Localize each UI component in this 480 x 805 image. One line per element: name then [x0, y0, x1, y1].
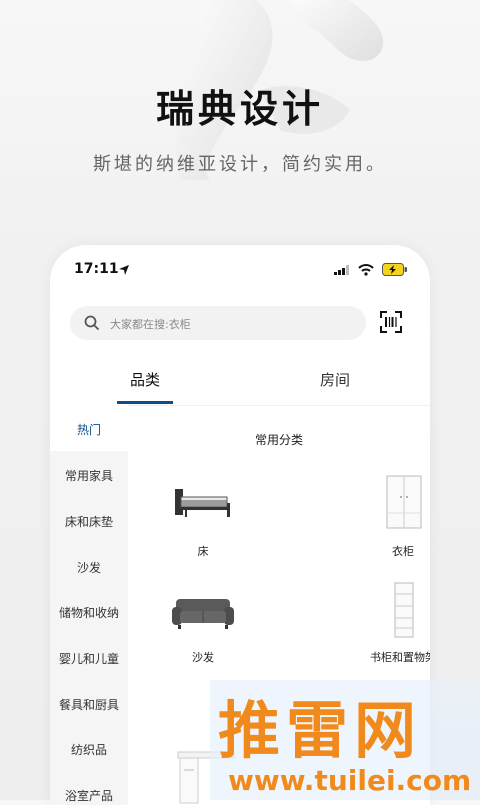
tab-bar: 品类 房间: [50, 365, 430, 406]
sidebar-item-sofa[interactable]: 沙发: [50, 559, 128, 576]
sidebar-item-textiles[interactable]: 纺织品: [50, 741, 128, 758]
tab-rooms[interactable]: 房间: [275, 365, 395, 395]
hero-title: 瑞典设计: [155, 87, 324, 131]
battery-charging-icon: [382, 263, 407, 276]
active-tab-indicator: [117, 401, 173, 404]
bed-image[interactable]: [173, 485, 233, 521]
status-bar: 17:11: [50, 259, 430, 281]
product-label-sofa[interactable]: 沙发: [128, 649, 278, 665]
sidebar-item-beds-mattresses[interactable]: 床和床垫: [50, 513, 128, 530]
search-icon: [84, 315, 100, 331]
product-label-wardrobe[interactable]: 衣柜: [328, 543, 430, 559]
search-bar[interactable]: [70, 306, 366, 342]
bookshelf-image[interactable]: [394, 582, 414, 638]
scan-icon[interactable]: [380, 311, 402, 333]
search-input[interactable]: [108, 306, 352, 342]
signal-icon: [334, 264, 349, 275]
sidebar-item-common-furniture[interactable]: 常用家具: [50, 467, 128, 484]
location-arrow-icon: [119, 265, 129, 275]
sidebar-item-storage[interactable]: 储物和收纳: [50, 604, 128, 621]
sidebar-item-hot[interactable]: 热门: [50, 421, 128, 438]
watermark: 推雷网 www.tuilei.com: [210, 680, 480, 800]
section-title: 常用分类: [254, 433, 303, 447]
tab-category[interactable]: 品类: [85, 365, 205, 395]
wifi-icon: [358, 263, 374, 276]
watermark-url: www.tuilei.com: [228, 764, 472, 797]
product-label-bookshelf[interactable]: 书柜和置物架: [328, 649, 430, 665]
wardrobe-image[interactable]: [386, 475, 422, 529]
sofa-image[interactable]: [172, 595, 234, 631]
product-label-bed[interactable]: 床: [128, 543, 278, 559]
watermark-text: 推雷网: [218, 694, 423, 767]
hero-subtitle: 斯堪的纳维亚设计，简约实用。: [93, 154, 387, 175]
sidebar-item-kitchenware[interactable]: 餐具和厨具: [50, 696, 128, 713]
sidebar-item-bathroom[interactable]: 浴室产品: [50, 787, 128, 804]
category-sidebar: 热门 常用家具 床和床垫 沙发 储物和收纳 婴儿和儿童 餐具和厨具 纺织品 浴室…: [50, 405, 128, 805]
status-time: 17:11: [74, 261, 119, 277]
sidebar-item-baby-kids[interactable]: 婴儿和儿童: [50, 650, 128, 667]
